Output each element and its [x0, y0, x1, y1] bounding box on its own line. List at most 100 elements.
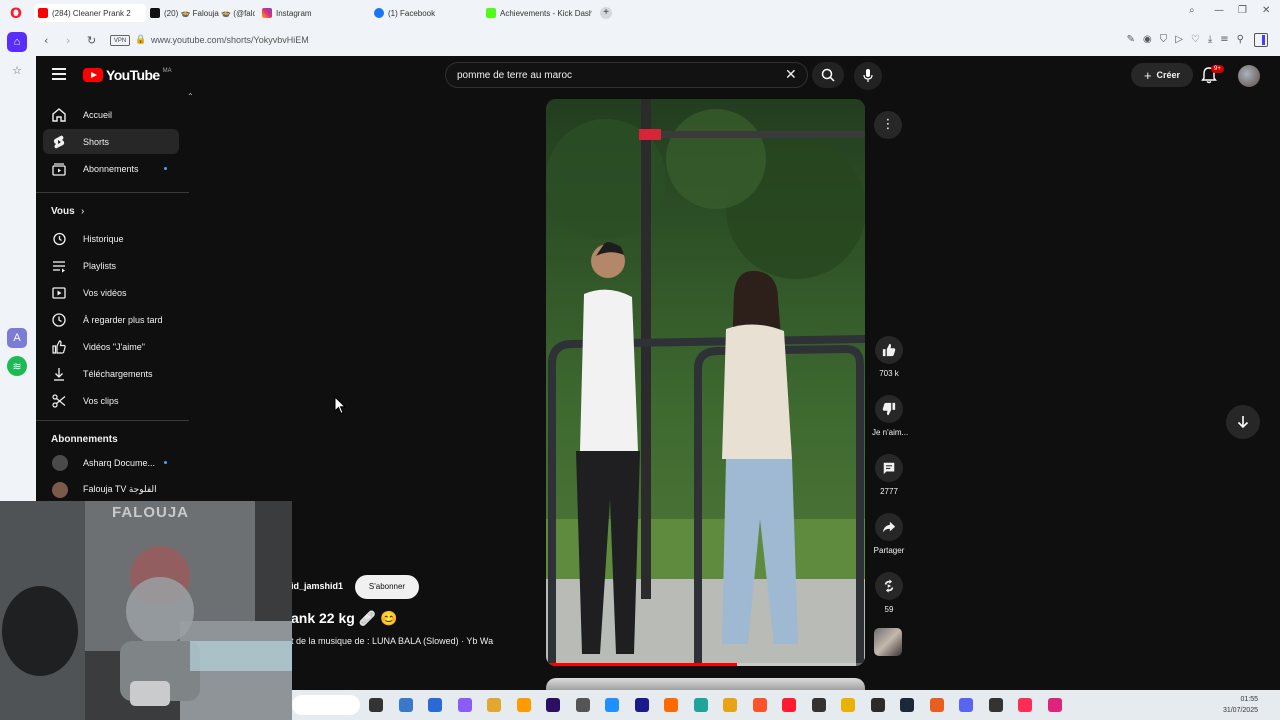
like-action[interactable]: 703 k [872, 336, 906, 378]
edit-icon[interactable]: ✎ [1127, 34, 1135, 45]
controller-icon[interactable] [575, 698, 590, 712]
play-icon[interactable]: ▷ [1175, 34, 1183, 45]
sidebar-item-subscription[interactable]: Falouja TV الفلوجة [43, 477, 179, 502]
minimize-icon[interactable]: — [1214, 5, 1224, 16]
menu-icon[interactable] [52, 68, 66, 80]
back-icon[interactable]: ‹ [44, 34, 48, 47]
opera-icon[interactable] [782, 698, 796, 712]
sidebar-toggle-icon[interactable] [1254, 33, 1268, 47]
download-icon[interactable]: ⤓ [1208, 34, 1212, 45]
history-icon [53, 232, 66, 245]
shield-icon[interactable]: ⛉ [1160, 34, 1168, 45]
sidebar-item-your-clips[interactable]: Vos clips [43, 388, 179, 413]
edge-icon[interactable] [693, 698, 708, 712]
sidebar-item-home[interactable]: Accueil [43, 102, 179, 127]
premiere-icon[interactable] [457, 698, 472, 712]
opera-logo-icon[interactable]: O [8, 6, 24, 22]
discord-icon[interactable] [959, 698, 973, 712]
brave-icon[interactable] [752, 698, 767, 712]
comments-button[interactable] [875, 454, 903, 482]
create-button[interactable]: + Créer [1131, 63, 1193, 87]
new-tab-plus-icon[interactable]: + [600, 7, 612, 19]
search-button[interactable] [812, 62, 844, 88]
maximize-icon[interactable]: ❐ [1238, 5, 1247, 16]
sound-thumbnail[interactable] [874, 628, 902, 656]
reload-icon[interactable]: ↻ [87, 34, 96, 47]
menu-list-icon[interactable]: ≡ [1220, 34, 1228, 45]
steam-icon[interactable] [900, 698, 914, 712]
calculator-icon[interactable] [398, 698, 413, 712]
folder-icon[interactable] [487, 698, 501, 712]
sidebar-item-playlists[interactable]: Playlists [43, 253, 179, 278]
l-app-icon[interactable] [634, 698, 649, 712]
subscribe-button[interactable]: S'abonner [355, 575, 419, 599]
game-icon[interactable] [870, 698, 885, 712]
tab-facebook[interactable]: (1) Facebook [374, 4, 474, 22]
search-box[interactable]: pomme de terre au maroc ✕ [445, 62, 808, 88]
more-options-button[interactable]: ⋮ [874, 111, 902, 139]
home-workspace-icon[interactable]: ⌂ [7, 32, 27, 52]
share-action[interactable]: Partager [872, 513, 906, 555]
tab-label: (1) Facebook [388, 8, 436, 18]
comments-action[interactable]: 2777 [872, 454, 906, 496]
illustrator-icon[interactable] [516, 698, 531, 712]
sidebar-item-your-videos[interactable]: Vos vidéos [43, 280, 179, 305]
premiere-pro-icon[interactable] [546, 698, 560, 712]
aria-icon[interactable]: A [7, 328, 27, 348]
tab-tiktok[interactable]: (20) 🍲 Falouja 🍲 (@falo [150, 4, 255, 22]
like-button[interactable] [875, 336, 903, 364]
affinity-icon[interactable] [428, 698, 442, 712]
account-avatar[interactable] [1238, 65, 1260, 87]
url-field[interactable]: www.youtube.com/shorts/YokyvbvHiEM [151, 35, 309, 45]
channel-name[interactable]: id_jamshid1 [291, 581, 343, 591]
heart-icon[interactable]: ♡ [1191, 34, 1200, 45]
forward-icon[interactable]: › [66, 34, 70, 47]
tab-kick[interactable]: Achievements - Kick Dash [486, 4, 592, 22]
dislike-action[interactable]: Je n'aim... [872, 395, 908, 437]
sidebar-item-watch-later[interactable]: À regarder plus tard [43, 307, 179, 332]
next-short-button[interactable] [1226, 405, 1260, 439]
sidebar-item-history[interactable]: Historique [43, 226, 179, 251]
firefox-icon[interactable] [664, 698, 678, 712]
camera-icon[interactable]: ◉ [1143, 34, 1152, 45]
you-header[interactable]: Vous › [43, 199, 103, 224]
remix-action[interactable]: 59 [872, 572, 906, 614]
pinboard-icon[interactable]: ☆ [7, 60, 27, 80]
app-red-icon[interactable] [811, 698, 826, 712]
music-credit[interactable]: t de la musique de : LUNA BALA (Slowed) … [291, 636, 493, 646]
tab-youtube[interactable]: (284) Cleaner Prank 2 [34, 4, 146, 22]
close-window-icon[interactable]: ✕ [1262, 5, 1270, 16]
sidebar-item-liked-videos[interactable]: Vidéos "J'aime" [43, 334, 179, 359]
chrome-icon[interactable] [723, 698, 737, 712]
collapse-chevron-icon[interactable]: ⌃ [187, 92, 194, 101]
notepad-icon[interactable] [605, 698, 619, 712]
voice-search-button[interactable] [854, 62, 882, 90]
dislike-button[interactable] [875, 395, 903, 423]
short-video-player[interactable] [546, 99, 865, 666]
live-app-icon[interactable] [1047, 698, 1062, 712]
taskbar-search-box[interactable] [292, 695, 360, 715]
terminal-icon[interactable] [369, 698, 383, 712]
spotify-icon[interactable]: ≋ [7, 356, 27, 376]
sidebar-item-downloads[interactable]: Téléchargements [43, 361, 179, 386]
remix-button[interactable] [875, 572, 903, 600]
sidebar-item-shorts[interactable]: Shorts [43, 129, 179, 154]
profile-icon[interactable]: ⚲ [1237, 34, 1244, 45]
video-progress-bar[interactable] [546, 663, 865, 666]
youtube-logo[interactable]: YouTube MA [83, 67, 172, 83]
sidebar-item-subscription[interactable]: Asharq Docume... [43, 450, 179, 475]
tab-search-icon[interactable]: ⌕ [1189, 5, 1195, 16]
system-clock[interactable]: 01:55 31/07/2025 [1223, 694, 1258, 716]
share-button[interactable] [875, 513, 903, 541]
vpn-badge[interactable]: VPN [110, 35, 130, 46]
tab-instagram[interactable]: Instagram [262, 4, 362, 22]
next-short-preview[interactable] [546, 678, 865, 690]
clear-search-icon[interactable]: ✕ [785, 67, 797, 83]
app-dark-icon[interactable] [988, 698, 1003, 712]
sidebar-item-subscriptions[interactable]: Abonnements [43, 156, 179, 181]
search-input[interactable]: pomme de terre au maroc [457, 70, 572, 81]
nvidia-icon[interactable] [841, 698, 855, 712]
a-app-icon[interactable] [929, 698, 944, 712]
tiktok-icon[interactable] [1018, 698, 1032, 712]
lock-icon[interactable]: 🔒 [135, 34, 146, 45]
